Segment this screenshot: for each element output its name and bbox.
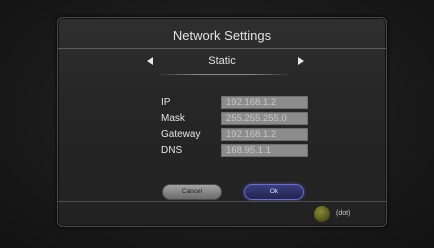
ip-input[interactable]: 192.168.1.2 — [221, 96, 308, 109]
network-settings-dialog: Network Settings Static IP 192.168.1.2 M… — [57, 17, 387, 227]
mask-input[interactable]: 255.255.255.0 — [221, 112, 308, 125]
mask-label: Mask — [161, 113, 185, 124]
gateway-input[interactable]: 192.168.1.2 — [221, 128, 308, 141]
mode-selector[interactable]: Static — [58, 54, 386, 75]
tv-screen: Network Settings Static IP 192.168.1.2 M… — [0, 0, 434, 248]
gateway-label: Gateway — [161, 129, 201, 140]
yellow-circle-button-icon — [314, 206, 330, 222]
triangle-right-icon[interactable] — [298, 57, 304, 65]
dns-label: DNS — [161, 145, 183, 156]
mode-value: Static — [208, 55, 236, 67]
mode-underline — [156, 74, 292, 75]
title-divider — [58, 48, 386, 49]
ok-button[interactable]: Ok — [244, 184, 304, 200]
dialog-title: Network Settings — [172, 28, 272, 43]
cancel-button[interactable]: Cancel — [162, 184, 222, 200]
dns-input[interactable]: 168.95.1.1 — [221, 144, 308, 157]
hint-label: (dot) — [336, 210, 351, 217]
triangle-left-icon[interactable] — [147, 57, 153, 65]
ip-label: IP — [161, 97, 171, 108]
footer-divider — [58, 201, 386, 202]
